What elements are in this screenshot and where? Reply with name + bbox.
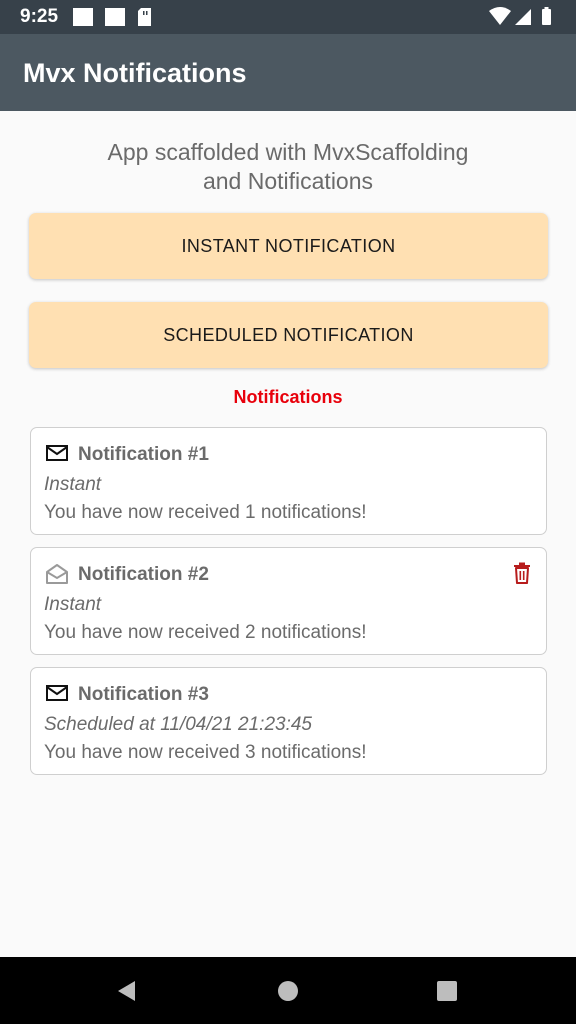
wifi-icon: [489, 7, 511, 25]
envelope-open-icon: [46, 564, 68, 589]
app-bar: Mvx Notifications: [0, 34, 576, 111]
notification-type: Scheduled at 11/04/21 21:23:45: [44, 714, 312, 735]
navigation-bar: [0, 957, 576, 1024]
battery-icon: [542, 9, 551, 25]
notification-square-icon: [73, 8, 93, 26]
envelope-closed-icon: [46, 684, 68, 707]
notifications-heading: Notifications: [233, 387, 343, 407]
status-notification-icons: [72, 7, 162, 32]
status-bar: 9:25: [0, 0, 576, 34]
status-system-icons: [488, 6, 558, 33]
subtitle: App scaffolded with MvxScaffolding and N…: [40, 138, 536, 196]
home-icon[interactable]: [276, 979, 300, 1008]
envelope-closed-icon: [46, 444, 68, 467]
instant-notification-button[interactable]: INSTANT NOTIFICATION: [29, 213, 548, 279]
notification-type: Instant: [44, 594, 102, 615]
notification-message: You have now received 2 notifications!: [44, 622, 367, 643]
cell-signal-icon: [515, 9, 531, 25]
notification-title: Notification #1: [78, 444, 209, 465]
notification-card-1[interactable]: Notification #1 Instant You have now rec…: [30, 427, 547, 535]
status-time: 9:25: [20, 6, 59, 27]
notification-title: Notification #2: [78, 564, 209, 585]
back-icon[interactable]: [115, 979, 139, 1008]
sd-card-icon: [138, 8, 151, 26]
notification-card-3[interactable]: Notification #3 Scheduled at 11/04/21 21…: [30, 667, 547, 775]
subtitle-line-1: App scaffolded with MvxScaffolding: [107, 139, 469, 165]
notification-message: You have now received 3 notifications!: [44, 742, 367, 763]
app-title: Mvx Notifications: [23, 58, 247, 88]
notification-type: Instant: [44, 474, 102, 495]
notification-title: Notification #3: [78, 684, 209, 705]
subtitle-line-2: and Notifications: [202, 168, 374, 194]
delete-icon[interactable]: [512, 562, 532, 589]
scheduled-notification-button[interactable]: SCHEDULED NOTIFICATION: [29, 302, 548, 368]
notification-message: You have now received 1 notifications!: [44, 502, 367, 523]
notification-card-2[interactable]: Notification #2 Instant You have now rec…: [30, 547, 547, 655]
notification-square-icon: [105, 8, 125, 26]
recents-icon[interactable]: [436, 980, 458, 1007]
